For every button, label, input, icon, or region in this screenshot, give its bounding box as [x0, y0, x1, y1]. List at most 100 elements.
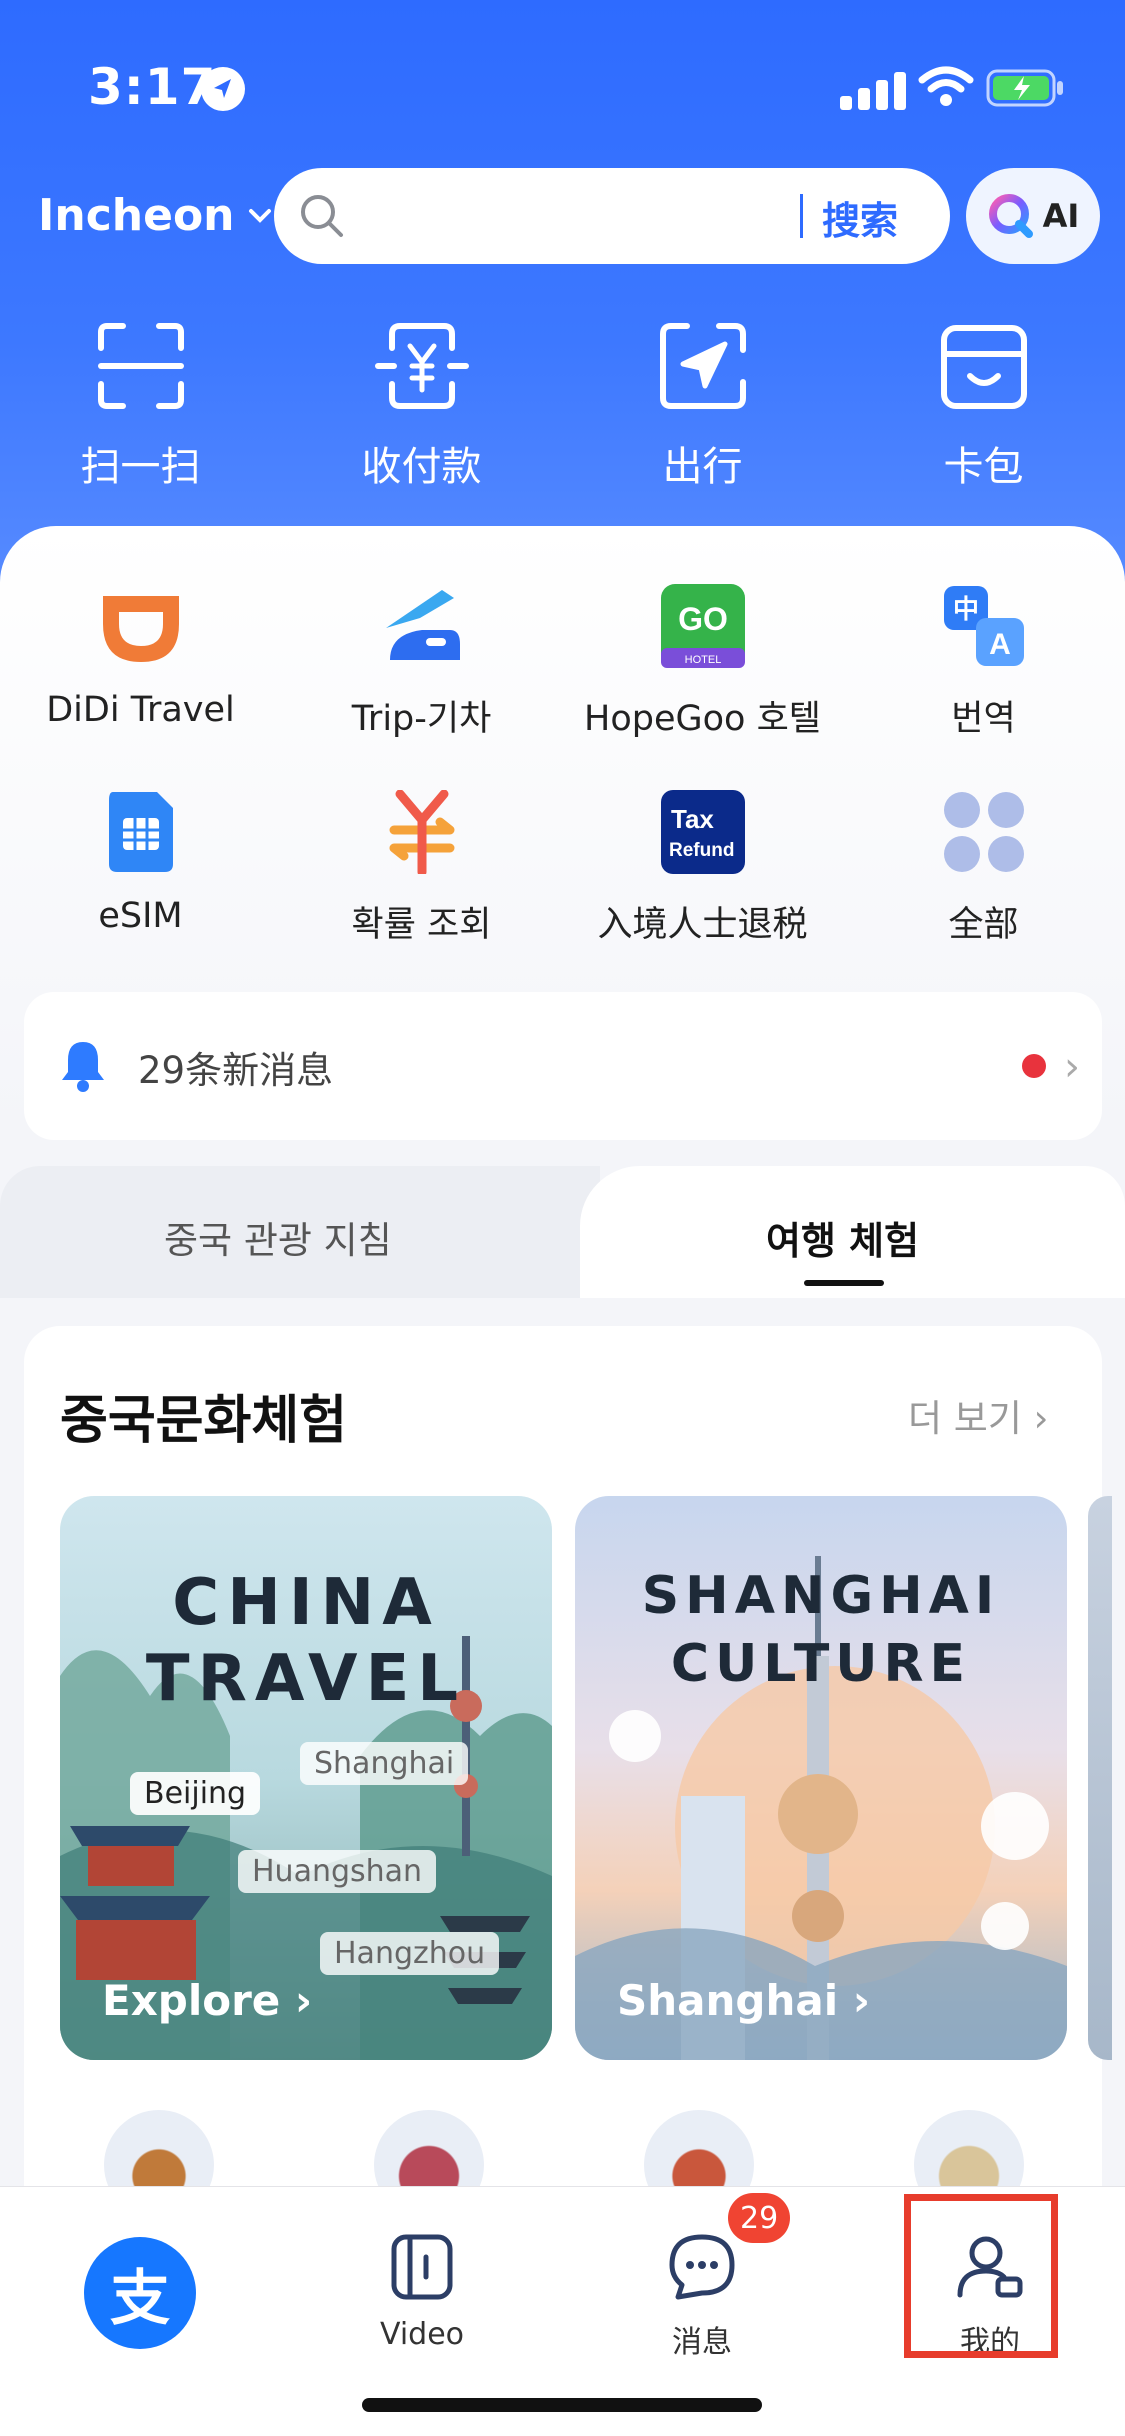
search-divider [800, 194, 803, 238]
didi-icon [99, 584, 183, 668]
section-title: 중국문화체험 [60, 1391, 348, 1451]
content-tabs: 중국 관광 지침 여행 체험 [0, 1166, 1125, 1298]
battery-charging-icon [986, 69, 1063, 107]
nav-home[interactable]: 支 [30, 2187, 250, 2387]
train-icon [380, 584, 464, 668]
shanghai-label: Shanghai [617, 1976, 839, 2025]
card-headline-1: CHINA [172, 1566, 440, 1640]
tab-label[interactable]: 여행 체험 [766, 1210, 919, 1265]
notification-bar[interactable]: 29条新消息 › [24, 992, 1102, 1140]
city-label: Incheon [38, 190, 235, 241]
quick-action-label: 扫一扫 [80, 444, 201, 490]
payment-icon [374, 323, 469, 409]
nav-messages[interactable]: 消息 29 [592, 2187, 812, 2387]
ai-label: AI [1042, 197, 1080, 235]
service-exchange-rate[interactable]: 확률 조회 [281, 790, 562, 996]
location-arrow-icon [201, 67, 245, 111]
unread-dot [1022, 1054, 1046, 1078]
quick-action-payment[interactable]: 收付款 [281, 318, 562, 492]
cellular-signal-icon [840, 70, 906, 110]
service-label: eSIM [98, 896, 183, 936]
service-label: 번역 [951, 699, 1016, 739]
search-icon [301, 195, 343, 237]
quick-action-label: 出行 [662, 444, 743, 490]
shanghai-culture-card[interactable]: SHANGHAI CULTURE Shanghai › [575, 1496, 1067, 2060]
service-trip-train[interactable]: Trip-기차 [281, 584, 562, 790]
ai-assistant-button[interactable]: AI [966, 168, 1100, 264]
wallet-icon [940, 325, 1027, 409]
service-label: Trip-기차 [351, 699, 492, 739]
home-glyph: 支 [110, 2263, 170, 2334]
home-indicator [362, 2398, 762, 2412]
city-tag-hangzhou: Hangzhou [320, 1932, 500, 1975]
nav-label: 消息 [672, 2325, 732, 2360]
message-count-badge: 29 [728, 2193, 791, 2243]
translate-icon-text-a: 中 [952, 595, 978, 625]
quick-action-scan[interactable]: 扫一扫 [0, 318, 281, 492]
card-headline-2: CULTURE [670, 1634, 972, 1694]
all-apps-icon [942, 790, 1026, 874]
next-card-peek [1088, 1496, 1112, 2060]
exchange-rate-icon [380, 790, 464, 874]
card-headline-1: SHANGHAI [641, 1566, 1001, 1626]
status-time: 3:17 [88, 58, 217, 116]
quick-actions: 扫一扫 收付款 出行 卡包 [0, 318, 1125, 492]
service-label: DiDi Travel [46, 690, 235, 730]
esim-icon [99, 790, 183, 874]
hopegoo-icon-sub: HOTEL [684, 654, 721, 666]
message-icon [669, 2234, 735, 2300]
quick-action-wallet[interactable]: 卡包 [843, 318, 1124, 492]
shanghai-link[interactable]: Shanghai › [617, 1976, 870, 2025]
quick-action-travel[interactable]: 出行 [562, 318, 843, 492]
bell-icon [62, 1042, 104, 1092]
nav-video[interactable]: Video [312, 2187, 532, 2387]
services-grid: DiDi Travel Trip-기차 GO HOTEL HopeGoo 호텔 … [0, 584, 1125, 996]
service-translate[interactable]: 中 A 번역 [843, 584, 1124, 790]
service-all[interactable]: 全部 [843, 790, 1124, 996]
tax-icon-sub: Refund [669, 840, 734, 861]
service-hopegoo[interactable]: GO HOTEL HopeGoo 호텔 [562, 584, 843, 790]
search-input[interactable] [364, 188, 784, 244]
translate-icon-text-b: A [989, 628, 1011, 661]
service-tax-refund[interactable]: Tax Refund 入境人士退税 [562, 790, 843, 996]
service-esim[interactable]: eSIM [0, 790, 281, 996]
chevron-right-icon: › [1064, 1044, 1080, 1090]
ai-assistant-icon [988, 194, 1033, 238]
wifi-icon [918, 66, 974, 106]
video-icon [391, 2234, 453, 2300]
search-bar[interactable]: 搜索 [274, 168, 950, 264]
city-selector[interactable]: Incheon [38, 190, 275, 241]
city-tag-shanghai: Shanghai [300, 1742, 469, 1785]
card-headline-2: TRAVEL [145, 1642, 467, 1716]
city-tag-huangshan: Huangshan [238, 1850, 437, 1893]
service-label: 확률 조회 [351, 905, 492, 945]
notification-text: 29条新消息 [138, 1049, 334, 1092]
service-label: 全部 [948, 905, 1019, 945]
landmark-shortcuts [0, 2110, 1125, 2220]
chevron-down-icon [248, 208, 271, 223]
china-travel-card[interactable]: CHINA TRAVEL Beijing Shanghai Huangshan … [60, 1496, 552, 2060]
status-bar: 3:17 [0, 0, 1125, 180]
alipay-logo-icon: 支 [84, 2237, 196, 2349]
highlight-box [904, 2194, 1058, 2358]
tax-refund-icon: Tax Refund [660, 790, 745, 874]
search-button[interactable]: 搜索 [822, 190, 898, 245]
tab-label[interactable]: 중국 관광 지침 [164, 1210, 392, 1264]
see-more-label: 더 보기 [908, 1397, 1022, 1440]
service-didi[interactable]: DiDi Travel [0, 584, 281, 790]
service-label: HopeGoo 호텔 [584, 699, 821, 739]
explore-label: Explore [102, 1976, 281, 2025]
quick-action-label: 收付款 [361, 444, 482, 490]
hopegoo-icon-text: GO [678, 601, 728, 637]
see-more-link[interactable]: 더 보기 › [908, 1388, 1048, 1442]
translate-icon: 中 A [942, 584, 1026, 668]
travel-icon [659, 323, 746, 409]
active-tab-indicator [804, 1280, 884, 1286]
tax-icon-text: Tax [671, 804, 714, 834]
explore-link[interactable]: Explore › [102, 1976, 312, 2025]
service-label: 入境人士退税 [597, 905, 808, 945]
city-tag-beijing: Beijing [130, 1772, 261, 1815]
scan-icon [97, 323, 184, 409]
nav-label: Video [379, 2317, 465, 2352]
hopegoo-icon: GO HOTEL [660, 584, 745, 668]
